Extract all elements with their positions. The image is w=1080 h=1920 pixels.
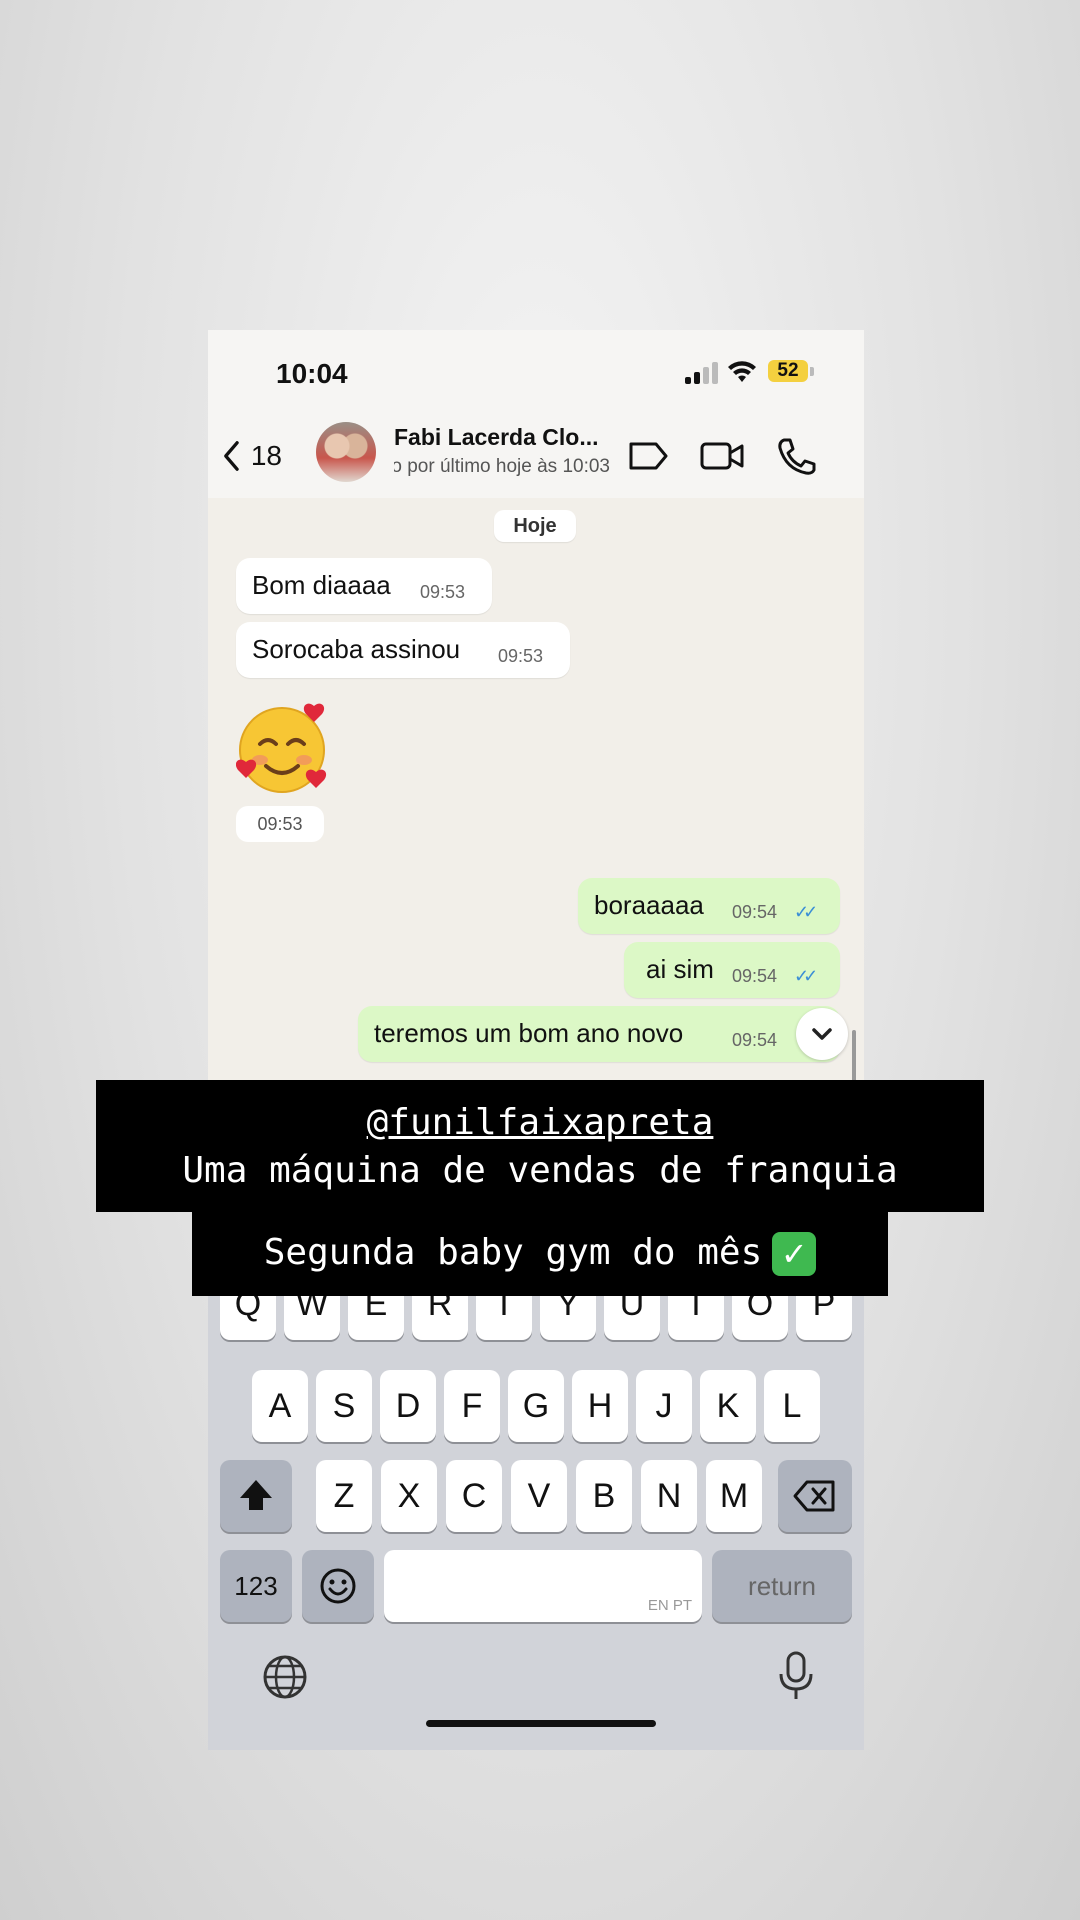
status-time: 10:04 (276, 358, 348, 389)
key-a[interactable]: A (252, 1370, 308, 1442)
message-incoming[interactable]: Sorocaba assinou 09:53 (236, 622, 570, 678)
shift-icon (240, 1480, 272, 1510)
smiling-face-with-hearts-emoji[interactable] (236, 700, 332, 796)
keyboard: QWERTYUIOP ASDFGHJKL ZXCVBNM 123 EN PT r… (208, 1268, 864, 1750)
check-icon: ✓ (772, 1232, 817, 1276)
date-separator: Hoje (494, 510, 576, 542)
battery-icon: 52 (768, 360, 808, 382)
return-key[interactable]: return (712, 1550, 852, 1622)
key-k[interactable]: K (700, 1370, 756, 1442)
wifi-icon (728, 361, 756, 382)
key-f[interactable]: F (444, 1370, 500, 1442)
microphone-icon[interactable] (776, 1650, 816, 1702)
avatar[interactable] (316, 422, 376, 482)
read-ticks-icon: ✓✓ (794, 902, 818, 922)
phone-screen: 10:04 52 18 Fabi Lacerda Clo... visto po… (208, 330, 864, 1750)
message-time: 09:54 (732, 1030, 778, 1050)
message-outgoing[interactable]: boraaaaa 09:54 ✓✓ (578, 878, 840, 934)
chevron-down-icon (812, 1028, 832, 1040)
chat-header: 18 Fabi Lacerda Clo... visto por último … (208, 414, 864, 498)
battery-tip (810, 367, 814, 376)
shift-key[interactable] (220, 1460, 292, 1532)
message-time: 09:54 (732, 902, 778, 922)
numbers-key[interactable]: 123 (220, 1550, 292, 1622)
key-s[interactable]: S (316, 1370, 372, 1442)
emoji-key[interactable] (302, 1550, 374, 1622)
message-time: 09:54 (732, 966, 778, 986)
back-button[interactable]: 18 (222, 436, 282, 476)
key-z[interactable]: Z (316, 1460, 372, 1532)
key-l[interactable]: L (764, 1370, 820, 1442)
key-v[interactable]: V (511, 1460, 567, 1532)
message-outgoing[interactable]: teremos um bom ano novo 09:54 (358, 1006, 840, 1062)
globe-icon[interactable] (262, 1654, 308, 1700)
video-call-icon[interactable] (700, 436, 744, 476)
message-text: Sorocaba assinou (252, 634, 461, 664)
caption-text: Uma máquina de vendas de franquia (182, 1150, 898, 1191)
key-j[interactable]: J (636, 1370, 692, 1442)
key-m[interactable]: M (706, 1460, 762, 1532)
message-outgoing[interactable]: ai sim 09:54 ✓✓ (624, 942, 840, 998)
emoji-icon (320, 1568, 356, 1604)
key-b[interactable]: B (576, 1460, 632, 1532)
read-ticks-icon: ✓✓ (794, 966, 818, 986)
key-x[interactable]: X (381, 1460, 437, 1532)
message-incoming[interactable]: Bom diaaaa 09:53 (236, 558, 492, 614)
message-text: Bom diaaaa (252, 570, 391, 600)
message-text: boraaaaa (594, 890, 704, 920)
phone-icon[interactable] (774, 436, 818, 476)
status-bar: 10:04 52 (208, 330, 864, 414)
story-caption-box-2: Segunda baby gym do mês ✓ (192, 1212, 888, 1296)
contact-name[interactable]: Fabi Lacerda Clo... (394, 424, 604, 451)
scroll-down-button[interactable] (796, 1008, 848, 1060)
message-text: teremos um bom ano novo (374, 1018, 684, 1048)
contact-status: visto por último hoje às 10:03 (394, 456, 610, 477)
key-g[interactable]: G (508, 1370, 564, 1442)
message-time: 09:53 (236, 806, 324, 842)
caption-text-2: Segunda baby gym do mês ✓ (192, 1232, 888, 1276)
backspace-key[interactable] (778, 1460, 852, 1532)
message-text: ai sim (646, 954, 714, 984)
key-d[interactable]: D (380, 1370, 436, 1442)
key-c[interactable]: C (446, 1460, 502, 1532)
key-n[interactable]: N (641, 1460, 697, 1532)
caption-line: Segunda baby gym do mês (263, 1232, 763, 1273)
tag-icon[interactable] (626, 436, 670, 476)
story-caption-box: @funilfaixapreta Uma máquina de vendas d… (96, 1080, 984, 1212)
chevron-left-icon (224, 441, 239, 471)
space-language-hint: EN PT (647, 1597, 692, 1614)
home-indicator[interactable] (426, 1720, 656, 1727)
caption-handle[interactable]: @funilfaixapreta (96, 1102, 984, 1143)
message-time: 09:53 (420, 582, 466, 602)
unread-count: 18 (250, 440, 282, 471)
signal-icon (685, 362, 719, 384)
message-time: 09:53 (498, 646, 544, 666)
space-key[interactable]: EN PT (384, 1550, 702, 1622)
backspace-icon (793, 1480, 835, 1512)
key-h[interactable]: H (572, 1370, 628, 1442)
